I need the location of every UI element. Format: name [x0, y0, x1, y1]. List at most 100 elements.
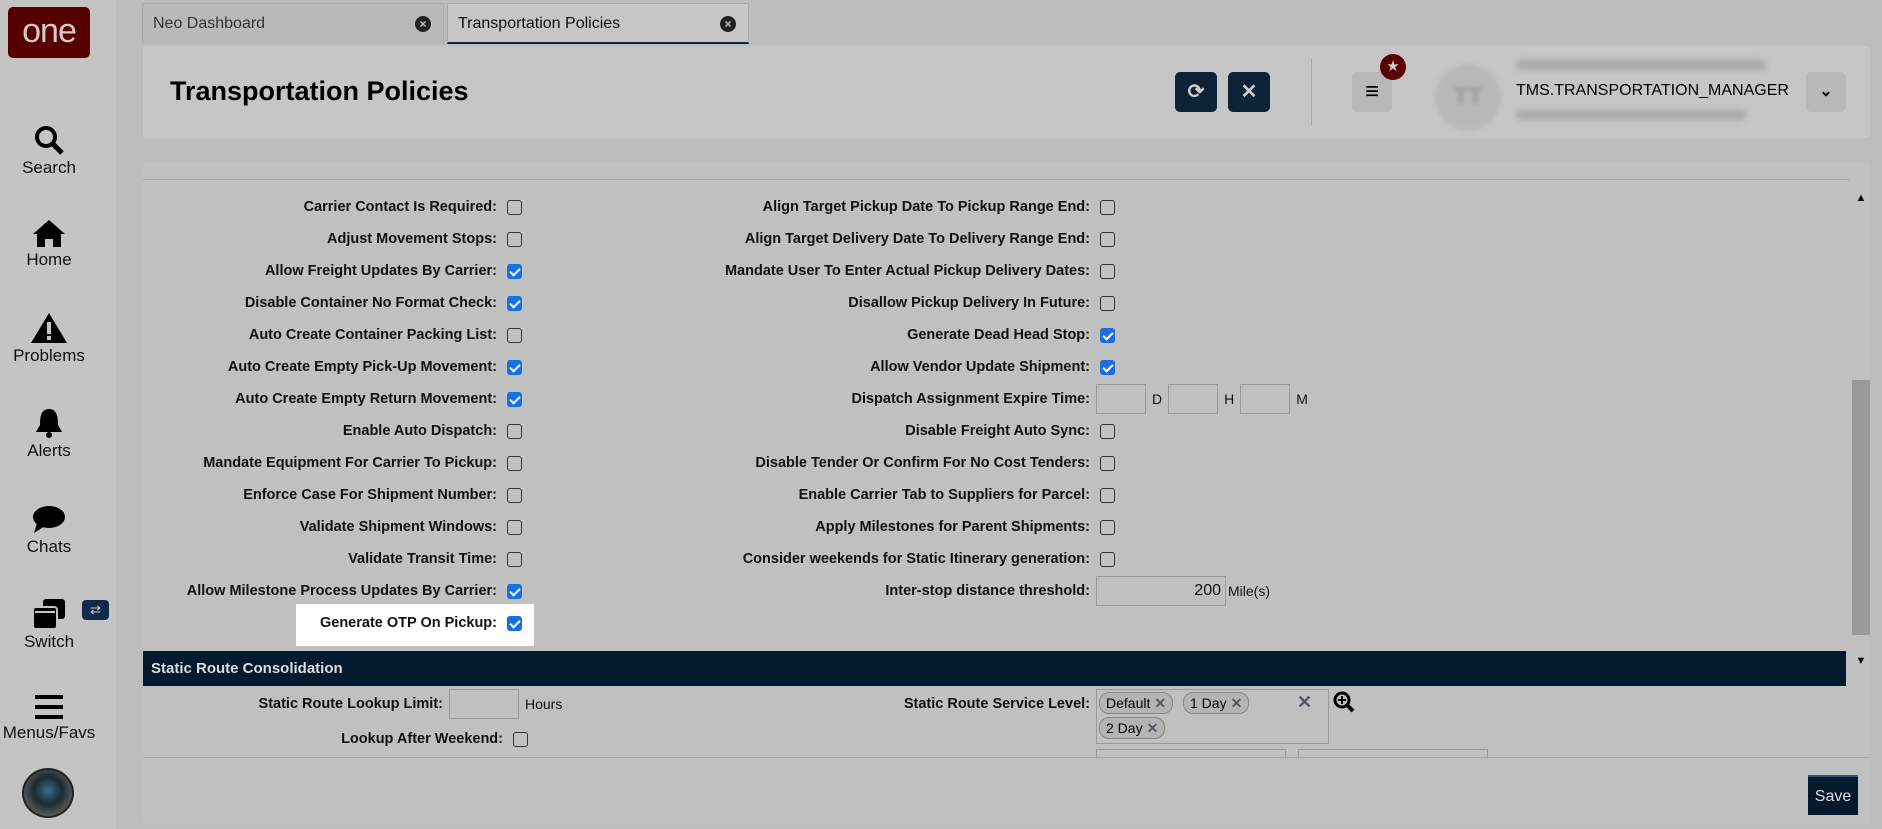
field-checkbox[interactable]	[1100, 295, 1115, 311]
field-label: Carrier Contact Is Required:	[303, 199, 497, 215]
field-checkbox[interactable]	[507, 231, 522, 247]
field-row: Auto Create Empty Pick-Up Movement:	[143, 355, 522, 379]
field-label: Static Route Service Level:	[903, 696, 1090, 712]
save-button[interactable]: Save	[1808, 775, 1858, 815]
field-row: Generate Dead Head Stop:	[643, 323, 1115, 347]
field-label: Allow Freight Updates By Carrier:	[264, 263, 497, 279]
field-checkbox[interactable]	[507, 615, 522, 631]
scroll-down-icon[interactable]: ▼	[1852, 655, 1870, 667]
field-checkbox[interactable]	[1100, 231, 1115, 247]
sidebar-item-problems[interactable]: Problems	[0, 312, 98, 366]
avatar[interactable]: TT	[1435, 64, 1501, 130]
remove-chip-icon[interactable]: ✕	[1147, 720, 1159, 736]
field-checkbox[interactable]	[507, 199, 522, 215]
distance-threshold-input[interactable]: 200	[1096, 576, 1226, 606]
field-row: Carrier Contact Is Required:	[143, 195, 522, 219]
field-label: Generate Dead Head Stop:	[907, 327, 1090, 343]
duration-input-h[interactable]	[1168, 384, 1219, 414]
field-checkbox[interactable]	[1100, 327, 1115, 343]
tab-transportation-policies[interactable]: Transportation Policies ×	[447, 3, 749, 44]
user-dropdown-button[interactable]: ⌄	[1806, 72, 1846, 112]
chip-1-day: 1 Day ✕	[1183, 692, 1250, 714]
field-row: Inter-stop distance threshold: 200 Mile(s)	[643, 576, 1270, 606]
field-checkbox[interactable]	[507, 583, 522, 599]
bell-icon	[36, 409, 62, 438]
unit-label: Mile(s)	[1228, 583, 1270, 599]
duration-input-d[interactable]	[1096, 384, 1146, 414]
field-label: Enforce Case For Shipment Number:	[243, 487, 497, 503]
unit-label: H	[1224, 391, 1235, 407]
field-row: Disable Tender Or Confirm For No Cost Te…	[643, 451, 1115, 475]
service-level-row: Static Route Service Level:	[843, 692, 1090, 716]
service-level-multiselect[interactable]: Default ✕ 1 Day ✕ 2 Day ✕ ✕	[1096, 689, 1329, 744]
assistant-avatar[interactable]	[22, 768, 74, 818]
field-row: Auto Create Empty Return Movement:	[143, 387, 522, 411]
field-row: Allow Milestone Process Updates By Carri…	[143, 579, 522, 603]
field-row: Consider weekends for Static Itinerary g…	[643, 547, 1115, 571]
chip-label: Default	[1106, 695, 1151, 711]
sidebar-item-chats[interactable]: Chats	[0, 505, 98, 557]
user-role: TMS.TRANSPORTATION_MANAGER	[1516, 82, 1789, 99]
refresh-button[interactable]: ⟳	[1175, 72, 1217, 112]
zoom-in-icon[interactable]	[1333, 691, 1355, 713]
field-row: Apply Milestones for Parent Shipments:	[643, 515, 1115, 539]
one-logo[interactable]: one	[8, 7, 90, 58]
scrollbar-thumb[interactable]	[1852, 380, 1870, 635]
field-checkbox[interactable]	[507, 423, 522, 439]
field-row: Allow Vendor Update Shipment:	[643, 355, 1115, 379]
remove-chip-icon[interactable]: ✕	[1231, 695, 1243, 711]
sidebar-item-home[interactable]: Home	[0, 218, 98, 270]
field-label: Disallow Pickup Delivery In Future:	[848, 295, 1090, 311]
field-checkbox[interactable]	[1100, 423, 1115, 439]
field-checkbox[interactable]	[507, 487, 522, 503]
field-row: Mandate Equipment For Carrier To Pickup:	[143, 451, 522, 475]
lookup-after-weekend-checkbox[interactable]	[513, 731, 528, 747]
duration-input-m[interactable]	[1240, 384, 1291, 414]
remove-chip-icon[interactable]: ✕	[1154, 695, 1166, 711]
field-checkbox[interactable]	[507, 263, 522, 279]
switch-badge-icon[interactable]: ⇄	[82, 600, 109, 620]
clear-all-icon[interactable]: ✕	[1297, 692, 1312, 713]
scroll-up-icon[interactable]: ▲	[1852, 192, 1870, 204]
menu-icon	[35, 695, 63, 719]
sidebar-label: Switch	[23, 632, 75, 651]
favorite-star-icon[interactable]: ★	[1380, 54, 1406, 80]
field-checkbox[interactable]	[507, 295, 522, 311]
chip-label: 2 Day	[1106, 720, 1143, 736]
field-checkbox[interactable]	[507, 551, 522, 567]
sidebar-label: Problems	[13, 346, 85, 365]
sidebar-item-menus[interactable]: Menus/Favs	[0, 693, 98, 743]
field-checkbox[interactable]	[1100, 487, 1115, 503]
field-checkbox[interactable]	[507, 327, 522, 343]
close-tab-icon[interactable]: ×	[720, 16, 736, 32]
field-checkbox[interactable]	[507, 455, 522, 471]
lookup-limit-input[interactable]	[449, 689, 519, 719]
field-checkbox[interactable]	[1100, 519, 1115, 535]
windows-icon	[32, 599, 65, 630]
field-label: Validate Transit Time:	[348, 551, 497, 567]
unit-label: D	[1152, 391, 1163, 407]
field-row: Disallow Pickup Delivery In Future:	[643, 291, 1115, 315]
sidebar-item-search[interactable]: Search	[0, 124, 98, 178]
field-row: Validate Shipment Windows:	[143, 515, 522, 539]
field-checkbox[interactable]	[1100, 263, 1115, 279]
field-label: Mandate Equipment For Carrier To Pickup:	[203, 455, 497, 471]
field-checkbox[interactable]	[1100, 455, 1115, 471]
sidebar-item-alerts[interactable]: Alerts	[0, 407, 98, 461]
static-route-lookup-limit-row: Static Route Lookup Limit: Hours	[243, 689, 593, 719]
field-checkbox[interactable]	[1100, 199, 1115, 215]
field-label: Allow Vendor Update Shipment:	[870, 359, 1090, 375]
field-label: Disable Container No Format Check:	[244, 295, 497, 311]
close-tab-icon[interactable]: ×	[415, 16, 431, 32]
close-button[interactable]: ✕	[1228, 72, 1270, 112]
field-checkbox[interactable]	[1100, 359, 1115, 375]
field-checkbox[interactable]	[507, 359, 522, 375]
tab-neo-dashboard[interactable]: Neo Dashboard ×	[142, 3, 444, 44]
field-checkbox[interactable]	[1100, 551, 1115, 567]
field-row: Allow Freight Updates By Carrier:	[143, 259, 522, 283]
chevron-down-icon: ⌄	[1819, 83, 1833, 100]
field-checkbox[interactable]	[507, 519, 522, 535]
field-label: Static Route Lookup Limit:	[258, 696, 443, 712]
field-checkbox[interactable]	[507, 391, 522, 407]
page-header: Transportation Policies ⟳ ✕ ≡ ★ TT TMS.T…	[143, 46, 1870, 138]
